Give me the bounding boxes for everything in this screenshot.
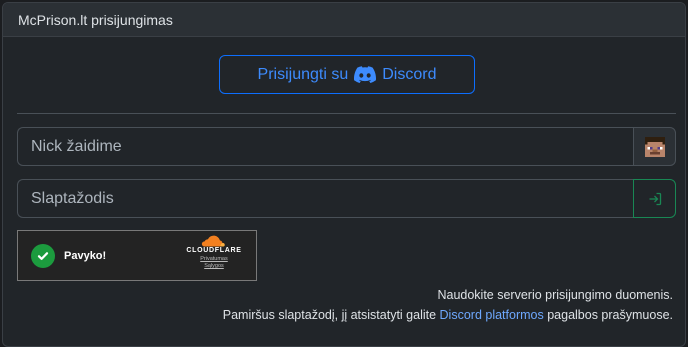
cloudflare-logo-text: CLOUDFLARE (186, 247, 242, 254)
info-line-1: Naudokite serverio prisijungimo duomenis… (437, 288, 673, 302)
privacy-link[interactable]: Privatumas (200, 256, 228, 263)
info-text: Naudokite serverio prisijungimo duomenis… (13, 285, 673, 325)
discord-button-brand: Discord (382, 65, 437, 83)
cloudflare-cloud-icon (201, 235, 225, 247)
divider (17, 113, 676, 114)
check-icon (31, 243, 55, 268)
nick-input[interactable] (17, 127, 633, 166)
cloudflare-branding: CLOUDFLARE Privatumas Sąlygos (184, 235, 244, 279)
discord-platform-link[interactable]: Discord platformos (440, 308, 544, 322)
terms-link[interactable]: Sąlygos (204, 263, 224, 270)
discord-login-button[interactable]: Prisijungti su Discord (219, 55, 475, 94)
info-line-2-post: pagalbos prašymuose. (547, 308, 673, 322)
login-card: McPrison.lt prisijungimas Prisijungti su… (2, 2, 686, 347)
minecraft-head-icon (633, 127, 676, 166)
nick-input-group (17, 127, 676, 166)
discord-button-prefix: Prisijungti su (257, 65, 349, 83)
login-submit-button[interactable] (633, 179, 676, 218)
card-header: McPrison.lt prisijungimas (3, 3, 685, 37)
password-input-group (17, 179, 676, 218)
page-title: McPrison.lt prisijungimas (18, 11, 173, 28)
info-line-2-pre: Pamiršus slaptažodį, jį atsistatyti gali… (222, 308, 437, 322)
captcha-widget[interactable]: Pavyko! CLOUDFLARE Privatumas Sąlygos (17, 230, 257, 281)
login-icon (649, 192, 661, 205)
discord-icon (354, 66, 377, 83)
info-line-2: Pamiršus slaptažodį, jį atsistatyti gali… (13, 305, 673, 325)
captcha-status: Pavyko! (64, 249, 107, 262)
password-input[interactable] (17, 179, 633, 218)
